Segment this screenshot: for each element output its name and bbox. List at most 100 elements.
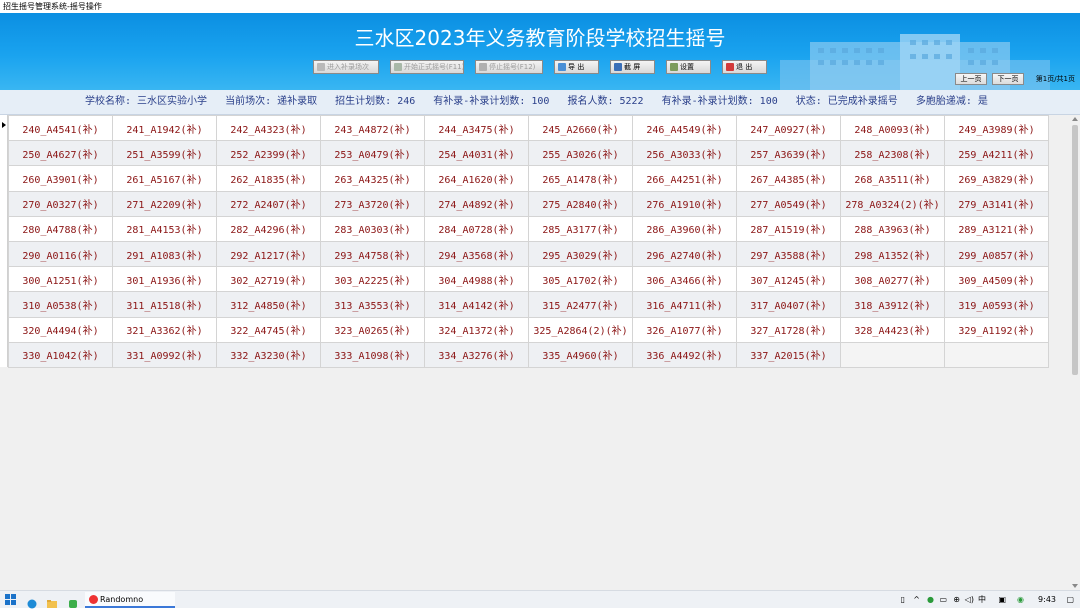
result-cell[interactable]: 299_A0857(补): [944, 240, 1049, 268]
result-cell[interactable]: 270_A0327(补): [8, 190, 113, 217]
result-cell[interactable]: 276_A1910(补): [632, 190, 737, 217]
result-cell[interactable]: 298_A1352(补): [840, 240, 945, 268]
result-cell[interactable]: 281_A4153(补): [112, 215, 217, 242]
globe-icon[interactable]: ⊕: [953, 591, 960, 609]
file-explorer-icon[interactable]: [47, 594, 57, 608]
result-cell[interactable]: 291_A1083(补): [112, 240, 217, 268]
result-cell[interactable]: 246_A4549(补): [632, 114, 737, 142]
result-cell[interactable]: 309_A4509(补): [944, 266, 1049, 293]
result-cell[interactable]: 308_A0277(补): [840, 266, 945, 293]
result-cell[interactable]: 261_A5167(补): [112, 165, 217, 192]
result-cell[interactable]: 327_A1728(补): [736, 316, 841, 343]
result-cell[interactable]: 310_A0538(补): [8, 291, 113, 318]
result-cell[interactable]: 244_A3475(补): [424, 114, 529, 142]
result-cell[interactable]: 335_A4960(补): [528, 341, 633, 368]
result-cell[interactable]: 245_A2660(补): [528, 114, 633, 142]
result-cell[interactable]: 263_A4325(补): [320, 165, 425, 192]
result-cell[interactable]: 260_A3901(补): [8, 165, 113, 192]
result-cell[interactable]: 249_A3989(补): [944, 114, 1049, 142]
scroll-down-icon[interactable]: [1072, 584, 1078, 588]
result-cell[interactable]: 323_A0265(补): [320, 316, 425, 343]
result-cell[interactable]: 253_A0479(补): [320, 140, 425, 167]
result-cell[interactable]: 272_A2407(补): [216, 190, 321, 217]
app-green-icon[interactable]: [68, 594, 78, 608]
result-cell[interactable]: 250_A4627(补): [8, 140, 113, 167]
result-cell[interactable]: 317_A0407(补): [736, 291, 841, 318]
result-cell[interactable]: 325_A2864(2)(补): [528, 316, 633, 343]
result-cell[interactable]: 275_A2840(补): [528, 190, 633, 217]
result-cell[interactable]: 330_A1042(补): [8, 341, 113, 368]
ime-indicator[interactable]: 中: [978, 591, 986, 609]
result-cell[interactable]: 241_A1942(补): [112, 114, 217, 142]
result-cell[interactable]: 278_A0324(2)(补): [840, 190, 945, 217]
result-cell[interactable]: 322_A4745(补): [216, 316, 321, 343]
result-cell[interactable]: 321_A3362(补): [112, 316, 217, 343]
result-cell[interactable]: 337_A2015(补): [736, 341, 841, 368]
result-cell[interactable]: 255_A3026(补): [528, 140, 633, 167]
result-cell[interactable]: 300_A1251(补): [8, 266, 113, 293]
result-cell[interactable]: 318_A3912(补): [840, 291, 945, 318]
result-cell[interactable]: 334_A3276(补): [424, 341, 529, 368]
result-cell[interactable]: 277_A0549(补): [736, 190, 841, 217]
notification-icon[interactable]: ▢: [1066, 591, 1074, 609]
result-cell[interactable]: 285_A3177(补): [528, 215, 633, 242]
result-cell[interactable]: 289_A3121(补): [944, 215, 1049, 242]
result-cell[interactable]: 257_A3639(补): [736, 140, 841, 167]
result-cell[interactable]: 274_A4892(补): [424, 190, 529, 217]
result-cell[interactable]: 248_A0093(补): [840, 114, 945, 142]
result-cell[interactable]: 242_A4323(补): [216, 114, 321, 142]
exit-button[interactable]: 退 出: [722, 60, 767, 74]
result-cell[interactable]: 313_A3553(补): [320, 291, 425, 318]
result-cell[interactable]: 307_A1245(补): [736, 266, 841, 293]
result-cell[interactable]: 329_A1192(补): [944, 316, 1049, 343]
export-button[interactable]: 导 出: [554, 60, 599, 74]
volume-icon[interactable]: ◁): [965, 591, 974, 609]
edge-browser-icon[interactable]: [27, 594, 37, 609]
result-cell[interactable]: 273_A3720(补): [320, 190, 425, 217]
empty-cell[interactable]: [840, 341, 945, 368]
result-cell[interactable]: 271_A2209(补): [112, 190, 217, 217]
network-icon[interactable]: ▭: [939, 591, 947, 609]
tray-app-icon[interactable]: ●: [927, 591, 934, 609]
result-cell[interactable]: 287_A1519(补): [736, 215, 841, 242]
stop-draw-button[interactable]: 停止摇号(F12): [475, 60, 543, 74]
result-cell[interactable]: 269_A3829(补): [944, 165, 1049, 192]
result-cell[interactable]: 268_A3511(补): [840, 165, 945, 192]
result-cell[interactable]: 280_A4788(补): [8, 215, 113, 242]
prev-page-button[interactable]: 上一页: [955, 73, 987, 85]
taskbar-app-randomno[interactable]: Randomno: [85, 592, 175, 608]
result-cell[interactable]: 296_A2740(补): [632, 240, 737, 268]
result-cell[interactable]: 240_A4541(补): [8, 114, 113, 142]
result-cell[interactable]: 301_A1936(补): [112, 266, 217, 293]
result-cell[interactable]: 297_A3588(补): [736, 240, 841, 268]
result-cell[interactable]: 264_A1620(补): [424, 165, 529, 192]
result-cell[interactable]: 252_A2399(补): [216, 140, 321, 167]
result-cell[interactable]: 294_A3568(补): [424, 240, 529, 268]
result-cell[interactable]: 259_A4211(补): [944, 140, 1049, 167]
result-cell[interactable]: 311_A1518(补): [112, 291, 217, 318]
result-cell[interactable]: 284_A0728(补): [424, 215, 529, 242]
result-cell[interactable]: 243_A4872(补): [320, 114, 425, 142]
empty-cell[interactable]: [944, 341, 1049, 368]
result-cell[interactable]: 328_A4423(补): [840, 316, 945, 343]
wechat-icon[interactable]: ◉: [1017, 591, 1024, 609]
show-hidden-icon[interactable]: ^: [913, 591, 920, 609]
result-cell[interactable]: 254_A4031(补): [424, 140, 529, 167]
result-cell[interactable]: 247_A0927(补): [736, 114, 841, 142]
result-cell[interactable]: 256_A3033(补): [632, 140, 737, 167]
result-cell[interactable]: 324_A1372(补): [424, 316, 529, 343]
battery-icon[interactable]: ▯: [901, 591, 905, 609]
result-cell[interactable]: 326_A1077(补): [632, 316, 737, 343]
start-draw-button[interactable]: 开始正式摇号(F11): [390, 60, 464, 74]
screenshot-button[interactable]: 截 屏: [610, 60, 655, 74]
result-cell[interactable]: 312_A4850(补): [216, 291, 321, 318]
settings-button[interactable]: 设置: [666, 60, 711, 74]
result-cell[interactable]: 316_A4711(补): [632, 291, 737, 318]
result-cell[interactable]: 302_A2719(补): [216, 266, 321, 293]
vertical-scrollbar[interactable]: [1070, 115, 1080, 590]
result-cell[interactable]: 283_A0303(补): [320, 215, 425, 242]
result-cell[interactable]: 290_A0116(补): [8, 240, 113, 268]
result-cell[interactable]: 251_A3599(补): [112, 140, 217, 167]
result-cell[interactable]: 295_A3029(补): [528, 240, 633, 268]
result-cell[interactable]: 320_A4494(补): [8, 316, 113, 343]
